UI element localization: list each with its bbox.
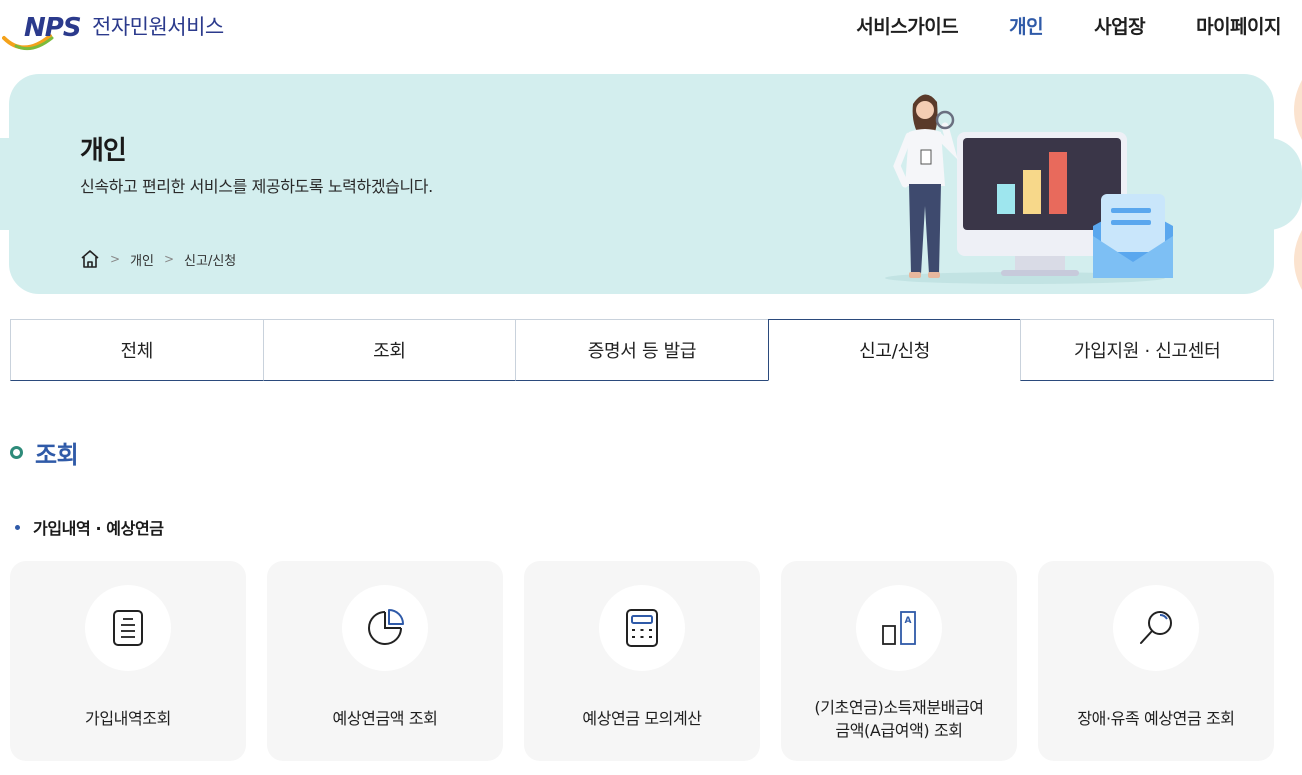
- tab-inquiry[interactable]: 조회: [262, 319, 517, 381]
- service-card-enrollment-history[interactable]: 가입내역조회: [10, 561, 246, 761]
- tab-certificate[interactable]: 증명서 등 발급: [515, 319, 769, 381]
- service-card-disability-survivor[interactable]: 장애·유족 예상연금 조회: [1038, 561, 1274, 761]
- card-label: 예상연금액 조회: [332, 709, 438, 729]
- breadcrumb-report[interactable]: 신고/신청: [184, 250, 236, 269]
- service-card-redistribution-amount[interactable]: A (기초연금)소득재분배급여 금액(A급여액) 조회: [781, 561, 1017, 761]
- svg-text:A: A: [905, 616, 912, 626]
- calculator-icon: [599, 585, 685, 671]
- chevron-right-icon: >: [163, 252, 175, 266]
- tab-report-apply[interactable]: 신고/신청: [767, 319, 1022, 381]
- card-label: 장애·유족 예상연금 조회: [1077, 709, 1235, 729]
- circle-bullet-icon: [10, 446, 23, 459]
- service-name: 전자민원서비스: [92, 15, 224, 39]
- subsection-heading: 가입내역 · 예상연금: [15, 515, 164, 539]
- nav-service-guide[interactable]: 서비스가이드: [856, 12, 958, 39]
- tab-all[interactable]: 전체: [10, 319, 264, 381]
- nav-business[interactable]: 사업장: [1094, 12, 1145, 39]
- nav-mypage[interactable]: 마이페이지: [1196, 12, 1281, 39]
- nav-personal[interactable]: 개인: [1009, 12, 1043, 39]
- nps-logo-mark: NPS: [2, 8, 92, 54]
- main-nav: 서비스가이드 개인 사업장 마이페이지: [805, 12, 1281, 39]
- subsection-title: 가입내역 · 예상연금: [33, 519, 164, 538]
- tab-support-center[interactable]: 가입지원 · 신고센터: [1020, 319, 1274, 381]
- home-icon[interactable]: [80, 249, 100, 269]
- banner-illustration: [885, 94, 1173, 284]
- breadcrumb-personal[interactable]: 개인: [130, 250, 154, 269]
- nps-logo[interactable]: NPS 전자민원서비스: [2, 8, 242, 54]
- site-header: NPS 전자민원서비스 서비스가이드 개인 사업장 마이페이지: [0, 0, 1302, 56]
- card-label: (기초연금)소득재분배급여 금액(A급여액) 조회: [814, 697, 984, 740]
- service-card-expected-pension[interactable]: 예상연금액 조회: [267, 561, 503, 761]
- breadcrumb: > 개인 > 신고/신청: [80, 249, 236, 269]
- service-card-pension-simulation[interactable]: 예상연금 모의계산: [524, 561, 760, 761]
- logo-wordmark: NPS: [24, 13, 81, 43]
- section-heading: 조회: [10, 435, 79, 470]
- card-label: 가입내역조회: [85, 709, 171, 729]
- page-banner: 개인 신속하고 편리한 서비스를 제공하도록 노력하겠습니다. > 개인 > 신…: [9, 74, 1274, 294]
- card-label: 예상연금 모의계산: [582, 709, 702, 729]
- magnifier-icon: [1113, 585, 1199, 671]
- page-title: 개인: [80, 136, 127, 166]
- service-card-list: 가입내역조회 예상연금액 조회 예상연금 모의계산 A (기초연금)소득재분배급…: [10, 561, 1274, 761]
- document-icon: [85, 585, 171, 671]
- chevron-right-icon: >: [110, 252, 121, 266]
- bar-a-icon: A: [856, 585, 942, 671]
- section-title: 조회: [35, 441, 79, 469]
- dot-bullet-icon: [15, 524, 20, 530]
- page-subtitle: 신속하고 편리한 서비스를 제공하도록 노력하겠습니다.: [80, 177, 433, 196]
- category-tabs: 전체 조회 증명서 등 발급 신고/신청 가입지원 · 신고센터: [10, 319, 1274, 381]
- pie-chart-icon: [342, 585, 428, 671]
